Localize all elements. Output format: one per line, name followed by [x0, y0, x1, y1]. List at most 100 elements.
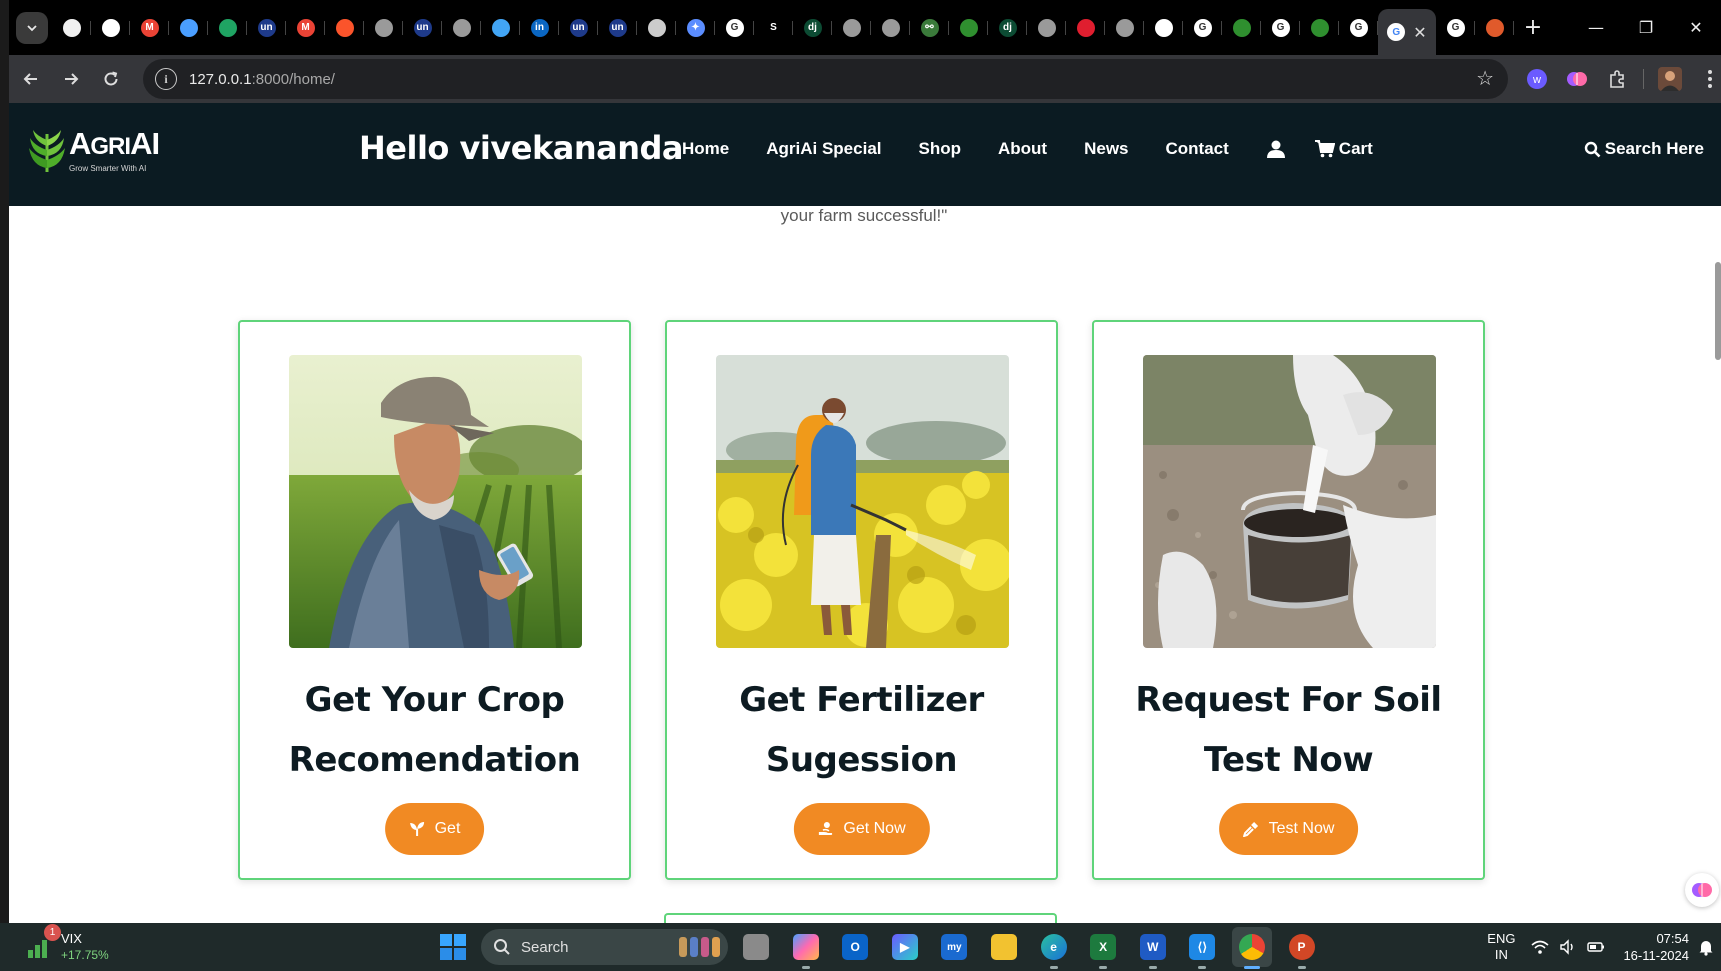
word-app[interactable]: W: [1133, 927, 1173, 969]
shopping-cart-icon: [1314, 140, 1335, 158]
powerpoint-app[interactable]: P: [1282, 927, 1322, 969]
close-window-button[interactable]: ✕: [1671, 0, 1721, 55]
input-language[interactable]: ENG IN: [1487, 931, 1515, 963]
minimize-button[interactable]: —: [1571, 0, 1621, 55]
browser-tab[interactable]: G: [715, 9, 754, 47]
arrow-right-icon: [65, 73, 79, 85]
start-button[interactable]: [433, 927, 473, 967]
browser-tab[interactable]: [208, 9, 247, 47]
url-text[interactable]: 127.0.0.1:8000/home/: [189, 71, 335, 88]
extension-brain-button[interactable]: [1557, 59, 1597, 99]
user-icon[interactable]: [1266, 139, 1286, 159]
browser-tab[interactable]: [871, 9, 910, 47]
browser-tab[interactable]: [949, 9, 988, 47]
nav-cart[interactable]: Cart: [1314, 139, 1373, 159]
browser-tab-active[interactable]: G ✕: [1378, 9, 1436, 55]
get-crop-recommendation-button[interactable]: Get: [384, 803, 485, 855]
taskbar-search[interactable]: Search: [481, 929, 728, 965]
browser-tab[interactable]: un: [403, 9, 442, 47]
browser-tab[interactable]: M: [130, 9, 169, 47]
outlook-app[interactable]: O: [835, 927, 875, 967]
profile-button[interactable]: [1650, 59, 1690, 99]
clipchamp-app[interactable]: ▶: [885, 927, 925, 967]
tab-search-button[interactable]: [16, 11, 48, 44]
close-tab-icon[interactable]: ✕: [1413, 23, 1426, 42]
excel-app[interactable]: X: [1083, 927, 1123, 969]
get-fertilizer-suggestion-button[interactable]: Get Now: [793, 803, 930, 855]
extension-wallet-button[interactable]: w: [1517, 59, 1557, 99]
stock-widget[interactable]: 1 VIX +17.75%: [27, 924, 109, 962]
excel-icon: X: [1090, 934, 1117, 960]
brain-icon: [1692, 883, 1712, 897]
floating-assistant-button[interactable]: [1685, 873, 1719, 907]
browser-tab[interactable]: G: [1261, 9, 1300, 47]
url-host: 127.0.0.1: [189, 70, 252, 88]
browser-tab[interactable]: [1027, 9, 1066, 47]
google-icon: G: [1387, 23, 1406, 41]
browser-tab[interactable]: [442, 9, 481, 47]
browser-tab[interactable]: ⚯: [910, 9, 949, 47]
task-view-button[interactable]: [736, 927, 776, 967]
browser-tab[interactable]: dj: [793, 9, 832, 47]
gmail-icon: M: [296, 18, 315, 37]
address-bar[interactable]: i 127.0.0.1:8000/home/ ☆: [143, 59, 1508, 99]
browser-tab[interactable]: G: [1183, 9, 1222, 47]
wallet-extension-icon: w: [1527, 69, 1547, 89]
browser-tab[interactable]: dj: [988, 9, 1027, 47]
page-scrollbar[interactable]: [1715, 262, 1721, 360]
browser-tab[interactable]: un: [247, 9, 286, 47]
browser-tab[interactable]: M: [286, 9, 325, 47]
edge-app[interactable]: e: [1034, 927, 1074, 969]
browser-tab[interactable]: [481, 9, 520, 47]
browser-menu-button[interactable]: [1690, 59, 1721, 99]
browser-tab[interactable]: un: [559, 9, 598, 47]
bell-icon[interactable]: [1697, 938, 1715, 956]
search-icon: [494, 939, 510, 955]
browser-tab[interactable]: [1105, 9, 1144, 47]
browser-tab[interactable]: [1222, 9, 1261, 47]
browser-tab[interactable]: S: [754, 9, 793, 47]
browser-tab[interactable]: un: [598, 9, 637, 47]
file-explorer-app[interactable]: [984, 927, 1024, 967]
browser-tab[interactable]: [1300, 9, 1339, 47]
nav-news[interactable]: News: [1084, 139, 1128, 159]
site-info-icon[interactable]: i: [155, 68, 177, 90]
copilot-app[interactable]: [786, 927, 826, 969]
clock[interactable]: 07:54 16-11-2024: [1623, 930, 1689, 964]
browser-tab[interactable]: [52, 9, 91, 47]
chrome-app[interactable]: [1231, 927, 1272, 969]
browser-tab[interactable]: [1144, 9, 1183, 47]
nav-contact[interactable]: Contact: [1166, 139, 1229, 159]
back-button[interactable]: [11, 59, 51, 99]
browser-tab[interactable]: [637, 9, 676, 47]
browser-tab[interactable]: [91, 9, 130, 47]
nav-home[interactable]: Home: [682, 139, 729, 159]
nav-shop[interactable]: Shop: [919, 139, 962, 159]
browser-tab[interactable]: [832, 9, 871, 47]
extensions-menu-button[interactable]: [1597, 59, 1637, 99]
request-soil-test-button[interactable]: Test Now: [1218, 803, 1359, 855]
forward-button[interactable]: [51, 59, 91, 99]
browser-tab[interactable]: [364, 9, 403, 47]
reload-button[interactable]: [91, 59, 131, 99]
restore-button[interactable]: ❐: [1621, 0, 1671, 55]
browser-tab[interactable]: in: [520, 9, 559, 47]
bookmark-star-icon[interactable]: ☆: [1476, 66, 1494, 90]
nav-about[interactable]: About: [998, 139, 1047, 159]
myhp-app[interactable]: my: [934, 927, 974, 967]
card-button-label: Get Now: [843, 820, 906, 837]
search-here-button[interactable]: Search Here: [1584, 139, 1704, 159]
browser-tab[interactable]: [325, 9, 364, 47]
browser-tab[interactable]: [1475, 9, 1514, 47]
browser-tab[interactable]: [1066, 9, 1105, 47]
nav-agriai-special[interactable]: AgriAi Special: [766, 139, 881, 159]
vscode-app[interactable]: ⟨⟩: [1182, 927, 1222, 969]
powerpoint-icon: P: [1288, 934, 1315, 960]
browser-tab[interactable]: [169, 9, 208, 47]
browser-tab[interactable]: ✦: [676, 9, 715, 47]
new-tab-button[interactable]: +: [1514, 9, 1552, 47]
agriai-logo[interactable]: AGRIAI Grow Smarter With AI: [27, 128, 160, 174]
browser-tab[interactable]: G: [1339, 9, 1378, 47]
quick-settings[interactable]: [1531, 938, 1605, 956]
browser-tab[interactable]: G: [1436, 9, 1475, 47]
